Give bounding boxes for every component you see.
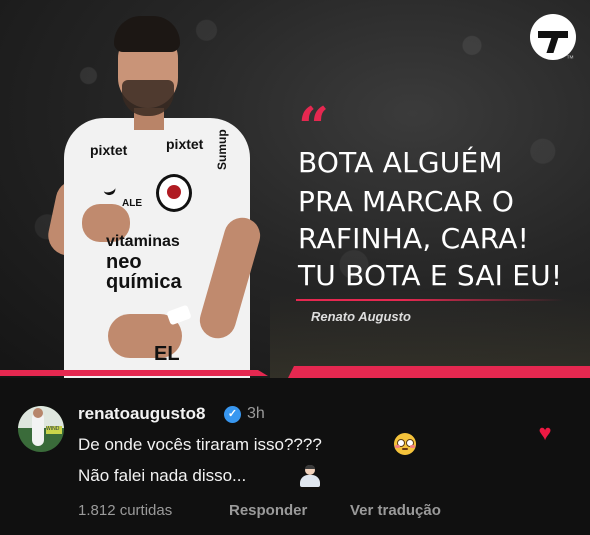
reply-button[interactable]: Responder: [229, 502, 307, 519]
sponsor-bottom: EL: [154, 343, 180, 365]
quote-line-3: RAFINHA, CARA!: [298, 222, 529, 255]
likes-count[interactable]: 1.812 curtidas: [78, 502, 172, 519]
person-shrugging-icon: [298, 465, 322, 489]
avatar-tag: WIND: [46, 426, 62, 434]
comment-panel: WIND renatoaugusto8 ✓ 3h De onde vocês t…: [0, 378, 590, 535]
quote-line-4: TU BOTA E SAI EU!: [298, 259, 563, 292]
heart-icon[interactable]: ♥: [533, 422, 557, 444]
player-beard: [122, 80, 174, 116]
flushed-face-icon: [394, 433, 416, 455]
player-hair: [114, 16, 180, 52]
comment-text-line-1: De onde vocês tiraram isso????: [78, 435, 322, 454]
field-glow: [270, 290, 590, 378]
accent-stripe-left: [0, 370, 268, 376]
sponsor-sleeve: Sumup: [215, 129, 229, 170]
club-crest-icon: [156, 174, 192, 212]
quote-line-1: BOTA ALGUÉM: [298, 146, 503, 179]
sponsor-left-chest: pixtet: [90, 142, 128, 158]
sponsor-lower: ALE: [122, 198, 142, 209]
comment-username[interactable]: renatoaugusto8: [78, 404, 206, 424]
quote-card-image: pixtet pixtet Sumup vitaminas neo químic…: [0, 0, 590, 378]
avatar[interactable]: WIND: [18, 406, 64, 452]
verified-badge-icon: ✓: [224, 406, 241, 423]
sponsor-front-1: vitaminas: [106, 233, 180, 250]
quote-author: Renato Augusto: [311, 309, 411, 324]
quote-line-2: PRA MARCAR O: [298, 185, 515, 218]
sponsor-front-2: neo: [106, 251, 142, 273]
accent-stripe-right: [288, 366, 590, 378]
sponsor-front-3: química: [106, 271, 182, 293]
sponsor-right-chest: pixtet: [166, 136, 204, 152]
quote-divider: [296, 299, 564, 301]
comment-text-line-2: Não falei nada disso...: [78, 466, 247, 485]
screenshot-frame: pixtet pixtet Sumup vitaminas neo químic…: [0, 0, 590, 535]
comment-timestamp: 3h: [247, 405, 265, 422]
logo-trademark: ™: [566, 54, 574, 63]
player-photo: pixtet pixtet Sumup vitaminas neo químic…: [44, 10, 268, 378]
see-translation-button[interactable]: Ver tradução: [350, 502, 441, 519]
